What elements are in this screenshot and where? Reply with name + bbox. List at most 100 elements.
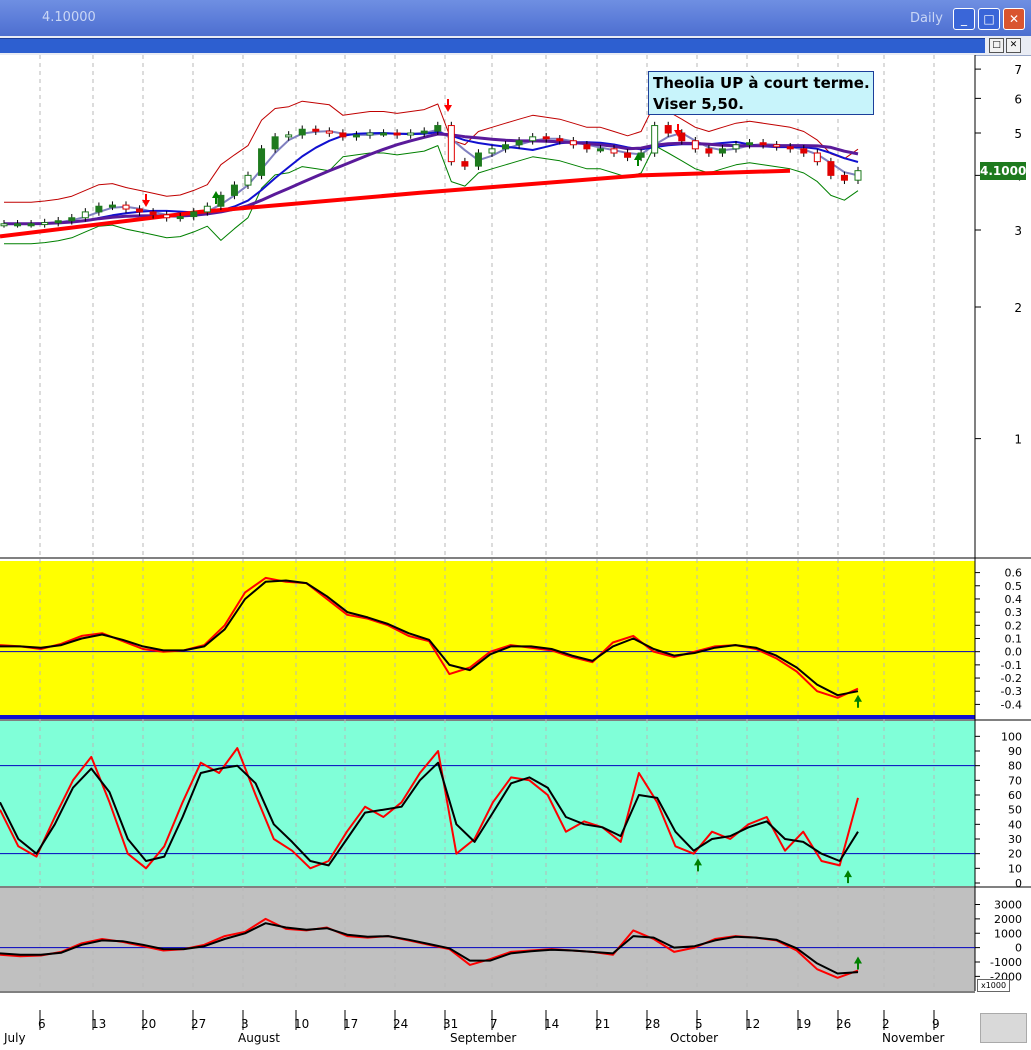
candle-body <box>136 208 144 213</box>
candle-body <box>230 184 238 196</box>
osc-axis-label: 0.5 <box>1005 580 1023 593</box>
candle-body <box>149 211 157 216</box>
maximize-button[interactable]: □ <box>978 8 1000 30</box>
candle-body <box>488 148 496 154</box>
candle-body <box>14 223 22 227</box>
candle-body <box>163 214 171 219</box>
candle-body <box>0 223 8 227</box>
candle-body <box>691 140 699 150</box>
candle-body <box>542 136 550 140</box>
candle-body <box>705 148 713 154</box>
osc-axis-label: 0.0 <box>1005 646 1023 659</box>
osc-axis-label: -0.3 <box>1001 685 1022 698</box>
price-panel-bg <box>0 55 975 557</box>
month-label: September <box>450 1031 516 1045</box>
osc-axis-label: 50 <box>1008 804 1022 817</box>
candle-body <box>285 134 293 138</box>
price-axis-label: 3 <box>1014 224 1022 238</box>
candle-body <box>840 174 848 181</box>
candle-body <box>759 142 767 146</box>
candle-body <box>203 205 211 213</box>
osc-axis-label: 0.6 <box>1005 567 1023 580</box>
osc-axis-label: 0.2 <box>1005 619 1023 632</box>
candle-body <box>95 205 103 213</box>
annotation-line-2: Viser 5,50. <box>653 95 744 113</box>
candle-body <box>610 148 618 154</box>
period-label: Daily <box>910 11 943 26</box>
panel-separator <box>0 715 975 719</box>
osc-axis-label: 0.3 <box>1005 606 1023 619</box>
annotation-line-1: Theolia UP à court terme. <box>653 74 870 92</box>
osc-axis-label: -0.4 <box>1001 698 1022 711</box>
volume-scale-label: x1000 <box>977 979 1010 992</box>
price-axis-label: 2 <box>1014 301 1022 315</box>
candle-body <box>81 211 89 219</box>
osc-axis-label: 2000 <box>994 913 1022 926</box>
candle-body <box>122 204 130 210</box>
osc-axis-label: 0.4 <box>1005 593 1023 606</box>
candle-body <box>258 148 266 176</box>
price-axis-label: 6 <box>1014 92 1022 106</box>
osc-axis-label: 40 <box>1008 818 1022 831</box>
restore-subwindow-button[interactable]: □ <box>989 38 1004 53</box>
candle-body <box>718 148 726 154</box>
date-tick-label: 3 <box>241 1017 249 1031</box>
macd-panel-bg <box>0 561 975 715</box>
osc-axis-label: 90 <box>1008 745 1022 758</box>
candle-body <box>393 132 401 136</box>
candle-body <box>176 216 184 220</box>
osc-axis-label: -0.2 <box>1001 672 1022 685</box>
volume-panel-bg <box>0 888 975 991</box>
date-tick-label: 5 <box>695 1017 703 1031</box>
osc-axis-label: 3000 <box>994 899 1022 912</box>
osc-axis-label: 0 <box>1015 942 1022 955</box>
date-tick-label: 2 <box>882 1017 890 1031</box>
candle-body <box>678 132 686 142</box>
candle-body <box>827 161 835 176</box>
candle-body <box>529 136 537 142</box>
minimize-button[interactable]: _ <box>953 8 975 30</box>
date-tick-label: 7 <box>490 1017 498 1031</box>
candle-body <box>366 132 374 136</box>
osc-axis-label: 0 <box>1015 877 1022 890</box>
candle-body <box>68 217 76 222</box>
candle-body <box>407 132 415 136</box>
candle-body <box>271 136 279 150</box>
date-tick-label: 6 <box>38 1017 46 1031</box>
price-axis-label: 7 <box>1014 63 1022 77</box>
candle-body <box>556 138 564 142</box>
chart-subbar: □ ✕ <box>0 36 1031 56</box>
candle-body <box>108 204 116 208</box>
date-tick-label: 9 <box>932 1017 940 1031</box>
candle-body <box>41 222 49 226</box>
candle-body <box>461 161 469 167</box>
candle-body <box>352 134 360 138</box>
osc-axis-label: 60 <box>1008 789 1022 802</box>
candle-body <box>651 125 659 154</box>
close-button[interactable]: ✕ <box>1003 8 1025 30</box>
osc-axis-label: -1000 <box>990 956 1022 969</box>
candle-body <box>434 125 442 132</box>
corner-scroll-box[interactable] <box>980 1013 1027 1043</box>
osc-axis-label: 20 <box>1008 848 1022 861</box>
osc-axis-label: 100 <box>1001 730 1022 743</box>
osc-axis-label: 80 <box>1008 760 1022 773</box>
price-axis-label: 5 <box>1014 127 1022 141</box>
candle-body <box>664 125 672 134</box>
candle-body <box>27 223 35 227</box>
candle-body <box>54 220 62 224</box>
candle-body <box>380 132 388 136</box>
osc-axis-label: 1000 <box>994 927 1022 940</box>
osc-axis-label: 0.1 <box>1005 633 1023 646</box>
window-title: 4.10000 <box>42 10 96 25</box>
close-subwindow-button[interactable]: ✕ <box>1006 38 1021 53</box>
annotation-box[interactable]: Theolia UP à court terme. Viser 5,50. <box>648 71 874 115</box>
month-label: November <box>882 1031 944 1045</box>
month-label: October <box>670 1031 718 1045</box>
candle-body <box>502 144 510 150</box>
price-axis-label: 1 <box>1014 433 1022 447</box>
candle-body <box>583 144 591 150</box>
candle-body <box>732 144 740 150</box>
month-label: August <box>238 1031 280 1045</box>
osc-axis-label: 10 <box>1008 862 1022 875</box>
